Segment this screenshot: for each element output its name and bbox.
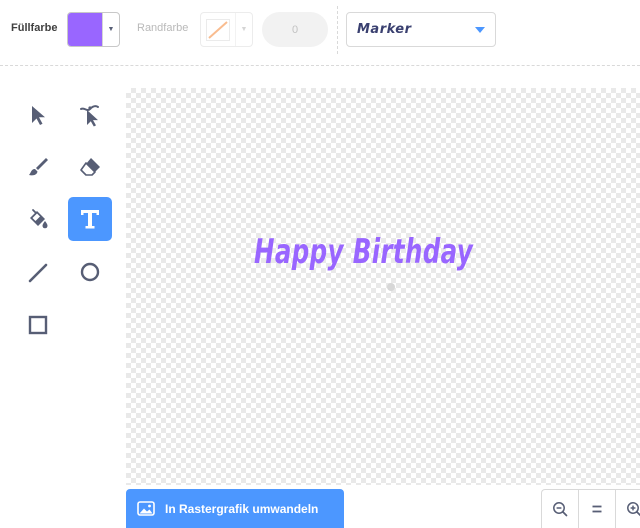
eraser-tool[interactable] xyxy=(68,145,112,189)
toolbar-divider xyxy=(337,6,338,54)
arrow-pointer-icon xyxy=(32,106,45,125)
zoom-in-icon xyxy=(627,502,640,517)
select-tool[interactable] xyxy=(16,93,60,137)
line-icon xyxy=(28,263,48,283)
canvas-text-object[interactable]: Happy Birthday xyxy=(254,232,473,272)
brush-icon xyxy=(29,158,48,176)
zoom-out-icon xyxy=(553,502,568,517)
no-color-icon xyxy=(208,20,228,39)
convert-to-bitmap-label: In Rastergrafik umwandeln xyxy=(165,501,319,516)
stroke-color-label: Randfarbe xyxy=(137,22,189,34)
paint-toolbar: Füllfarbe ▼ Randfarbe ▼ 0 Marker xyxy=(0,0,640,66)
chevron-down-icon[interactable]: ▼ xyxy=(236,13,252,46)
fill-color-swatch[interactable] xyxy=(68,13,103,46)
rotation-center-marker xyxy=(387,283,395,291)
circle-icon xyxy=(80,262,100,282)
equals-icon xyxy=(592,505,602,513)
text-tool[interactable] xyxy=(68,197,112,241)
text-icon xyxy=(81,210,99,229)
reshape-pointer-icon xyxy=(80,105,99,127)
zoom-out-button[interactable] xyxy=(542,490,579,528)
rectangle-icon xyxy=(28,315,48,335)
stroke-width-input[interactable]: 0 xyxy=(262,12,328,47)
stroke-color-swatch[interactable] xyxy=(201,13,236,46)
caret-down-icon[interactable] xyxy=(475,27,485,33)
convert-to-bitmap-button[interactable]: In Rastergrafik umwandeln xyxy=(126,489,344,528)
stroke-color-picker[interactable]: ▼ xyxy=(200,12,253,47)
paint-bucket-icon xyxy=(30,209,48,229)
zoom-reset-button[interactable] xyxy=(579,490,616,528)
paint-canvas[interactable]: Happy Birthday xyxy=(126,88,640,485)
zoom-controls xyxy=(541,489,640,528)
brush-tool[interactable] xyxy=(16,145,60,189)
fill-tool[interactable] xyxy=(16,197,60,241)
line-tool[interactable] xyxy=(16,250,60,294)
font-dropdown-value: Marker xyxy=(357,22,412,37)
circle-tool[interactable] xyxy=(68,250,112,294)
chevron-down-icon[interactable]: ▼ xyxy=(103,13,119,46)
image-icon xyxy=(137,501,155,516)
reshape-tool[interactable] xyxy=(68,93,112,137)
eraser-icon xyxy=(80,158,100,176)
fill-color-picker[interactable]: ▼ xyxy=(67,12,120,47)
fill-color-label: Füllfarbe xyxy=(11,22,58,34)
font-dropdown[interactable]: Marker xyxy=(346,12,496,47)
rectangle-tool[interactable] xyxy=(16,303,60,347)
zoom-in-button[interactable] xyxy=(616,490,640,528)
